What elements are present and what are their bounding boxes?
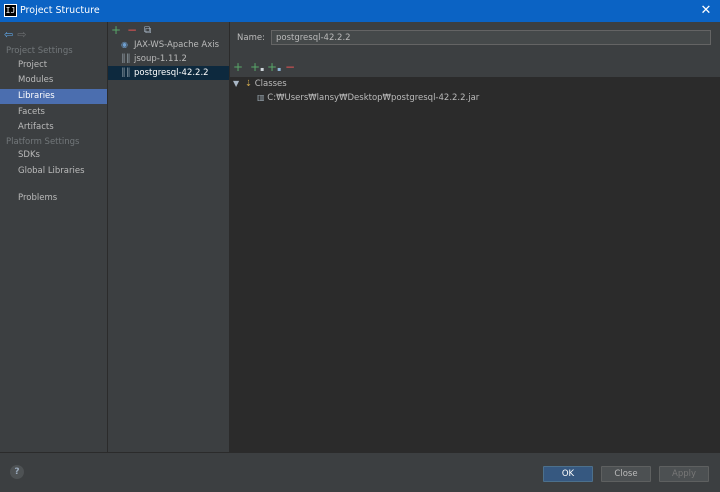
- sidebar-item-artifacts[interactable]: Artifacts: [0, 120, 107, 135]
- library-jar-icon: ║║: [121, 54, 131, 63]
- sidebar-item-sdks[interactable]: SDKs: [0, 148, 107, 163]
- platform-settings-header: Platform Settings: [6, 137, 80, 147]
- library-item-label: jsoup-1.11.2: [134, 54, 187, 64]
- web-service-icon: ◉: [121, 40, 128, 49]
- remove-library-icon[interactable]: −: [127, 24, 137, 36]
- jar-path-label: C:₩Users₩lansy₩Desktop₩postgresql-42.2.2…: [267, 93, 480, 103]
- sidebar-item-libraries[interactable]: Libraries: [0, 89, 107, 104]
- attach-classes-icon[interactable]: +▪: [250, 61, 264, 76]
- jar-file-icon: ▥: [257, 93, 265, 102]
- intellij-app-icon: IJ: [4, 4, 17, 17]
- library-item[interactable]: ◉ JAX-WS-Apache Axis: [108, 38, 229, 52]
- forward-arrow-icon[interactable]: ⇨: [17, 28, 26, 41]
- sidebar-item-facets[interactable]: Facets: [0, 105, 107, 120]
- close-window-icon[interactable]: ✕: [696, 1, 716, 21]
- sidebar-item-modules[interactable]: Modules: [0, 73, 107, 88]
- window-title: Project Structure: [20, 5, 100, 16]
- tree-node-jar[interactable]: ▥ C:₩Users₩lansy₩Desktop₩postgresql-42.2…: [257, 91, 479, 104]
- classes-label: Classes: [254, 79, 287, 89]
- nav-arrows: ⇦ ⇨: [4, 28, 26, 41]
- settings-sidebar: ⇦ ⇨ Project Settings Project Modules Libr…: [0, 22, 108, 452]
- add-root-icon[interactable]: +: [233, 61, 243, 73]
- copy-library-icon[interactable]: ⧉: [144, 25, 151, 37]
- library-item-label: postgresql-42.2.2: [134, 68, 209, 78]
- library-detail-panel: Name: + +▪ +▪ − ▼ ⇣ Classes ▥ C:₩Users₩l…: [230, 22, 720, 452]
- back-arrow-icon[interactable]: ⇦: [4, 28, 13, 41]
- library-item-label: JAX-WS-Apache Axis: [134, 40, 220, 50]
- sidebar-item-project[interactable]: Project: [0, 58, 107, 73]
- library-roots-tree: ▼ ⇣ Classes ▥ C:₩Users₩lansy₩Desktop₩pos…: [230, 77, 720, 452]
- window-titlebar: IJ Project Structure ✕: [0, 0, 720, 22]
- remove-root-icon[interactable]: −: [285, 61, 295, 73]
- ok-button[interactable]: OK: [543, 466, 593, 482]
- sidebar-item-problems[interactable]: Problems: [0, 191, 107, 206]
- project-settings-header: Project Settings: [6, 46, 73, 56]
- library-jar-icon: ║║: [121, 68, 131, 77]
- dialog-footer: ? OK Close Apply: [0, 452, 720, 492]
- name-label: Name:: [237, 33, 265, 43]
- sidebar-item-global-libraries[interactable]: Global Libraries: [0, 164, 107, 179]
- library-item-selected[interactable]: ║║ postgresql-42.2.2: [108, 66, 229, 80]
- classes-root-icon: ⇣: [244, 79, 252, 89]
- add-library-icon[interactable]: +: [111, 24, 121, 36]
- library-list-panel: + − ⧉ ◉ JAX-WS-Apache Axis ║║ jsoup-1.11.2…: [108, 22, 230, 452]
- help-icon[interactable]: ?: [10, 465, 24, 479]
- apply-button[interactable]: Apply: [659, 466, 709, 482]
- attach-jar-directories-icon[interactable]: +▪: [267, 61, 281, 76]
- close-button[interactable]: Close: [601, 466, 651, 482]
- expand-arrow-icon[interactable]: ▼: [233, 79, 239, 88]
- library-name-input[interactable]: [271, 30, 711, 45]
- tree-node-classes[interactable]: ▼ ⇣ Classes: [233, 77, 287, 90]
- library-item[interactable]: ║║ jsoup-1.11.2: [108, 52, 229, 66]
